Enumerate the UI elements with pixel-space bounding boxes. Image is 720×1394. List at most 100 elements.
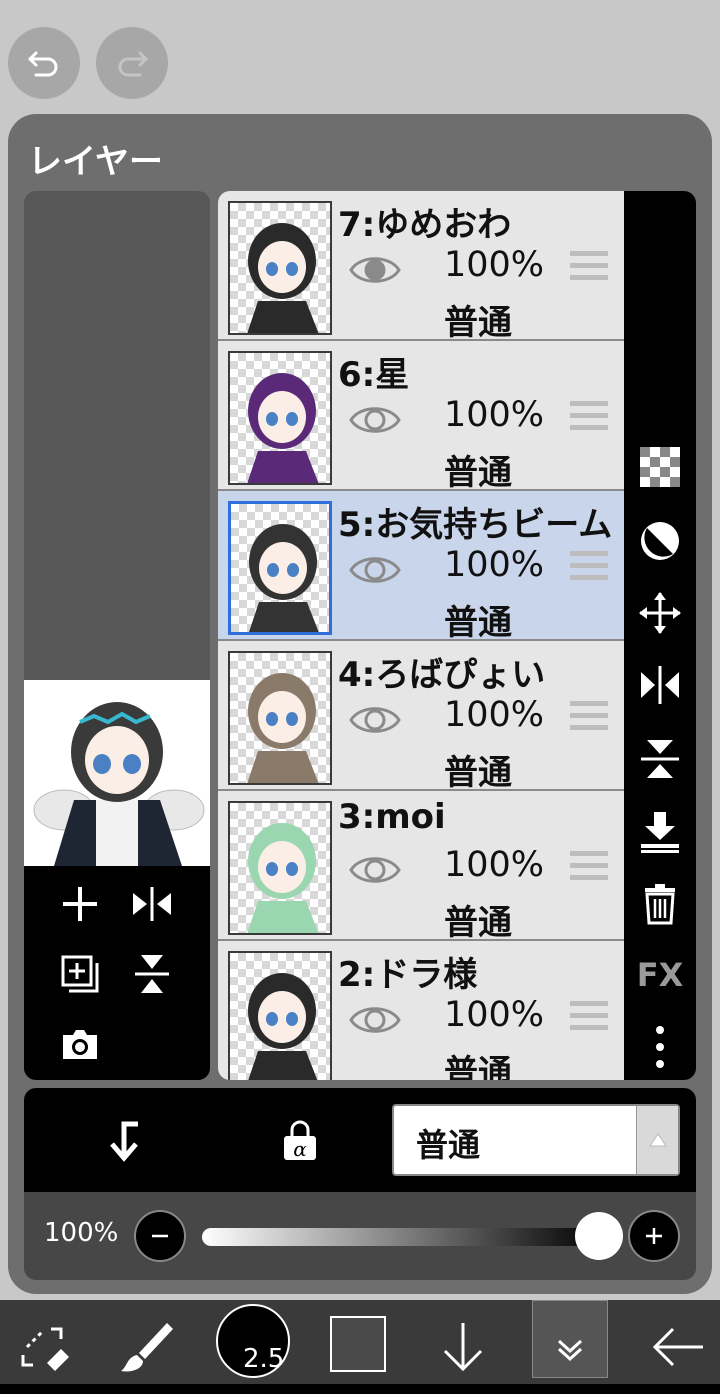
drag-handle[interactable] [570, 401, 608, 435]
layer-row[interactable]: 2:ドラ様 100% 普通 [218, 941, 624, 1080]
layer-blend-mode: 普通 [444, 303, 512, 343]
opacity-slider-knob[interactable] [575, 1212, 623, 1260]
flip-layer-vertical-button[interactable] [636, 735, 684, 783]
layer-row[interactable]: 6:星 100% 普通 [218, 341, 624, 493]
color-picker-button[interactable] [330, 1316, 386, 1372]
duplicate-layer-button[interactable] [52, 946, 108, 1002]
flip-horizontal-icon [641, 666, 679, 704]
clipping-button[interactable] [636, 517, 684, 565]
eye-icon [349, 407, 401, 433]
layer-row[interactable]: 7:ゆめおわ 100% 普通 [218, 191, 624, 343]
opacity-decrease-button[interactable] [134, 1210, 186, 1262]
delete-layer-button[interactable] [636, 879, 684, 927]
flip-horizontal-icon [133, 887, 171, 921]
drag-handle[interactable] [570, 1001, 608, 1035]
canvas-preview-column [24, 191, 210, 1080]
arrow-down-icon [443, 1323, 483, 1372]
preview-illustration [33, 702, 205, 866]
visibility-toggle[interactable] [348, 693, 402, 747]
eye-icon [349, 707, 401, 733]
chevron-double-down-icon [557, 1339, 583, 1362]
layer-row[interactable]: 4:ろばぴょい 100% 普通 [218, 641, 624, 793]
fx-label: FX [636, 956, 684, 994]
checkerboard-icon [640, 447, 680, 487]
visibility-toggle[interactable] [348, 543, 402, 597]
layer-row[interactable]: 3:moi 100% 普通 [218, 791, 624, 943]
alpha-lock-button[interactable]: α [276, 1116, 324, 1164]
blend-mode-arrow[interactable] [636, 1106, 678, 1174]
layer-blend-mode: 普通 [444, 903, 512, 943]
merge-down-button[interactable] [636, 807, 684, 855]
brush-icon [121, 1323, 173, 1372]
eye-icon [349, 1007, 401, 1033]
visibility-toggle[interactable] [348, 843, 402, 897]
layer-opacity: 100% [444, 695, 545, 735]
layer-name: 5:お気持ちビーム [338, 505, 613, 545]
flip-layer-horizontal-button[interactable] [636, 661, 684, 709]
layer-name: 2:ドラ様 [338, 955, 478, 995]
undo-icon [28, 51, 58, 77]
plus-icon [63, 887, 97, 921]
layer-thumbnail[interactable] [228, 651, 332, 785]
layer-blend-mode: 普通 [444, 753, 512, 793]
visibility-toggle[interactable] [348, 393, 402, 447]
drag-handle[interactable] [570, 701, 608, 735]
panel-title: レイヤー [28, 142, 163, 182]
layer-thumbnail[interactable] [228, 951, 332, 1080]
layer-opacity: 100% [444, 395, 545, 435]
visibility-toggle[interactable] [348, 243, 402, 297]
flip-horizontal-button[interactable] [124, 876, 180, 932]
add-layer-button[interactable] [52, 876, 108, 932]
eye-icon [349, 857, 401, 883]
more-options-button[interactable] [636, 1023, 684, 1071]
drag-handle[interactable] [570, 251, 608, 285]
flip-vertical-button[interactable] [124, 946, 180, 1002]
transform-tools-icon [21, 1327, 69, 1371]
back-button[interactable] [640, 1310, 714, 1384]
canvas-preview[interactable] [24, 680, 210, 866]
drag-handle[interactable] [570, 551, 608, 585]
visibility-toggle[interactable] [348, 993, 402, 1047]
move-down-button[interactable] [426, 1310, 500, 1384]
layer-thumbnail[interactable] [228, 351, 332, 485]
svg-text:α: α [293, 1137, 307, 1161]
redo-button[interactable] [96, 27, 168, 99]
fx-button[interactable]: FX [636, 951, 684, 999]
alpha-lock-icon: α [284, 1120, 316, 1161]
layer-panel: レイヤー 7:ゆめおわ 100% 普通 6:星 100% 普通 5:お気持ちビー… [8, 114, 712, 1294]
blend-mode-select[interactable]: 普通 [392, 1104, 680, 1176]
eye-icon [349, 257, 401, 283]
layer-thumbnail[interactable] [228, 501, 332, 635]
layer-blend-mode: 普通 [444, 1053, 512, 1080]
flip-vertical-icon [135, 955, 169, 993]
bottom-toolbar: 2.5 [0, 1300, 720, 1394]
layer-menu-button[interactable] [532, 1300, 608, 1378]
eye-icon [349, 557, 401, 583]
system-nav-bar [0, 1384, 720, 1394]
brush-tool-button[interactable] [110, 1310, 184, 1384]
transparency-button[interactable] [636, 443, 684, 491]
layer-thumbnail[interactable] [228, 801, 332, 935]
clip-to-below-button[interactable] [100, 1116, 148, 1164]
more-vertical-icon [656, 1026, 664, 1068]
layer-list: 7:ゆめおわ 100% 普通 6:星 100% 普通 5:お気持ちビーム 100… [218, 191, 624, 1080]
layer-name: 4:ろばぴょい [338, 655, 546, 695]
merge-down-icon [641, 812, 679, 853]
blend-mode-value: 普通 [416, 1126, 481, 1164]
camera-button[interactable] [52, 1016, 108, 1072]
layer-opacity: 100% [444, 245, 545, 285]
undo-button[interactable] [8, 27, 80, 99]
layer-blend-mode: 普通 [444, 603, 512, 643]
selection-tool-button[interactable] [6, 1310, 80, 1384]
opacity-slider-track[interactable] [202, 1228, 602, 1246]
layer-row[interactable]: 5:お気持ちビーム 100% 普通 [218, 491, 624, 643]
camera-icon [63, 1030, 97, 1059]
layer-opacity: 100% [444, 545, 545, 585]
move-button[interactable] [636, 589, 684, 637]
opacity-increase-button[interactable] [628, 1210, 680, 1262]
minus-icon [152, 1234, 168, 1238]
redo-icon [118, 51, 148, 77]
layer-thumbnail[interactable] [228, 201, 332, 335]
move-arrows-icon [639, 592, 681, 634]
drag-handle[interactable] [570, 851, 608, 885]
